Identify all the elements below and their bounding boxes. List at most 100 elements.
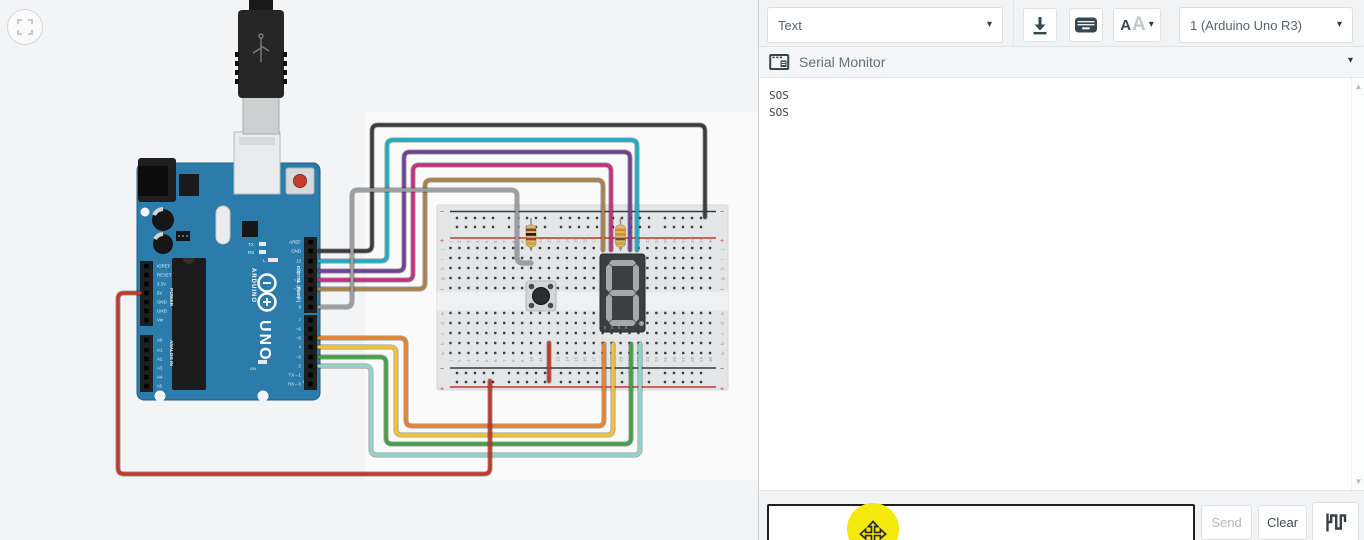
svg-text:5V: 5V	[157, 291, 162, 296]
svg-text:29: 29	[699, 356, 704, 362]
svg-text:16: 16	[583, 356, 588, 362]
svg-text:15: 15	[574, 356, 579, 362]
power-label: POWER	[168, 288, 174, 307]
svg-text:AREF: AREF	[289, 240, 301, 245]
download-code-button[interactable]	[1023, 8, 1057, 42]
svg-text:26: 26	[672, 356, 677, 362]
chevron-down-icon: ▾	[1336, 19, 1342, 30]
font-size-icon: A	[1132, 14, 1146, 35]
svg-text:d: d	[720, 322, 726, 325]
edit-mode-select[interactable]: Text ▾	[767, 7, 1003, 43]
svg-text:e: e	[441, 312, 446, 315]
svg-text:−: −	[440, 209, 444, 216]
small-chip	[176, 231, 190, 241]
libraries-button[interactable]	[1069, 8, 1103, 42]
svg-text:3.3V: 3.3V	[157, 282, 166, 287]
svg-text:ARDUINO: ARDUINO	[250, 268, 256, 303]
usb-cable[interactable]	[233, 0, 287, 195]
mounting-hole	[257, 390, 269, 402]
svg-text:j: j	[440, 249, 446, 251]
svg-text:26: 26	[672, 237, 677, 243]
scroll-down-icon[interactable]: ▼	[1352, 477, 1364, 486]
reset-button[interactable]	[285, 167, 315, 195]
waveform-icon	[1325, 513, 1346, 531]
svg-text:a: a	[721, 352, 726, 355]
svg-text:+: +	[440, 386, 444, 393]
download-icon	[1033, 17, 1047, 35]
serial-scrollbar[interactable]: ▲ ▼	[1351, 78, 1364, 490]
svg-text:b: b	[720, 342, 726, 345]
svg-text:28: 28	[690, 356, 695, 362]
svg-text:g: g	[721, 277, 726, 280]
svg-text:+: +	[440, 238, 444, 245]
serial-monitor-title: Serial Monitor	[799, 54, 886, 70]
circuit-canvas[interactable]: 1122334455667788991010111112121313141415…	[0, 0, 758, 540]
serial-monitor-header[interactable]: Serial Monitor ▾	[759, 47, 1364, 78]
board-select[interactable]: 1 (Arduino Uno R3) ▾	[1179, 7, 1353, 43]
scroll-up-icon[interactable]: ▲	[1352, 82, 1364, 91]
serial-line: SOS	[769, 106, 789, 119]
svg-text:A0: A0	[157, 338, 163, 343]
chevron-down-icon[interactable]: ▾	[1348, 56, 1353, 66]
svg-text:13: 13	[556, 356, 561, 362]
svg-text:ON: ON	[250, 366, 256, 371]
pushbutton[interactable]	[525, 280, 557, 312]
svg-text:j: j	[720, 249, 726, 251]
chevron-down-icon: ▾	[1148, 19, 1154, 30]
svg-text:RX: RX	[248, 250, 254, 255]
digital-label: DIGITAL (PWM~)	[296, 266, 301, 303]
svg-text:h: h	[720, 267, 726, 270]
analog-header[interactable]	[140, 335, 153, 392]
digital-header-top[interactable]	[304, 237, 317, 313]
svg-text:23: 23	[645, 356, 650, 362]
svg-text:24: 24	[654, 237, 659, 243]
atmega-chip	[172, 258, 206, 390]
digital-header-bottom[interactable]	[304, 315, 317, 390]
svg-text:27: 27	[681, 237, 686, 243]
svg-text:−: −	[720, 366, 724, 373]
svg-text:13: 13	[296, 259, 301, 264]
fullscreen-button[interactable]	[7, 9, 43, 45]
serial-output[interactable]: SOS SOS ▲ ▼	[759, 78, 1364, 490]
edit-mode-value: Text	[778, 17, 802, 33]
archive-icon	[1075, 17, 1097, 33]
svg-text:30: 30	[708, 237, 713, 243]
svg-text:h: h	[440, 267, 446, 270]
svg-text:15: 15	[574, 237, 579, 243]
breadboard[interactable]: 1122334455667788991010111112121313141415…	[436, 204, 729, 393]
serial-input[interactable]	[767, 504, 1195, 540]
svg-text:17: 17	[592, 356, 597, 362]
svg-text:A1: A1	[157, 348, 163, 353]
svg-text:+: +	[720, 238, 724, 245]
font-size-button[interactable]: AA ▾	[1113, 8, 1161, 42]
svg-text:20: 20	[618, 356, 623, 362]
send-button[interactable]: Send	[1201, 505, 1252, 540]
svg-text:14: 14	[565, 356, 570, 362]
svg-text:12: 12	[547, 237, 552, 243]
svg-text:RX←0: RX←0	[288, 382, 301, 387]
barrel-jack	[138, 158, 176, 202]
board-select-value: 1 (Arduino Uno R3)	[1190, 17, 1302, 33]
icsp-header	[242, 221, 258, 237]
svg-text:17: 17	[592, 237, 597, 243]
toolbar-divider	[1013, 0, 1014, 47]
serial-output-lines: SOS SOS	[769, 87, 789, 121]
svg-text:~5: ~5	[296, 336, 302, 341]
svg-text:−: −	[440, 366, 444, 373]
svg-text:g: g	[441, 277, 446, 280]
svg-text:d: d	[440, 322, 446, 325]
svg-text:IOREF: IOREF	[157, 264, 171, 269]
clear-button[interactable]: Clear	[1258, 505, 1307, 540]
code-toolbar: Text ▾ AA ▾ 1 (Arduino Uno R3) ▾	[759, 0, 1364, 47]
graph-button[interactable]	[1312, 502, 1359, 540]
svg-text:A2: A2	[157, 357, 163, 362]
seven-segment-display[interactable]	[599, 253, 646, 333]
svg-text:23: 23	[645, 237, 650, 243]
fullscreen-icon	[17, 19, 33, 35]
svg-text:30: 30	[708, 356, 713, 362]
svg-text:GND: GND	[291, 249, 301, 254]
svg-text:13: 13	[556, 237, 561, 243]
arduino-uno-board[interactable]: TX RX L ON ARDUINO UNO AREFGND1312~11~10…	[136, 158, 321, 402]
svg-text:+: +	[720, 386, 724, 393]
svg-text:i: i	[720, 259, 726, 260]
